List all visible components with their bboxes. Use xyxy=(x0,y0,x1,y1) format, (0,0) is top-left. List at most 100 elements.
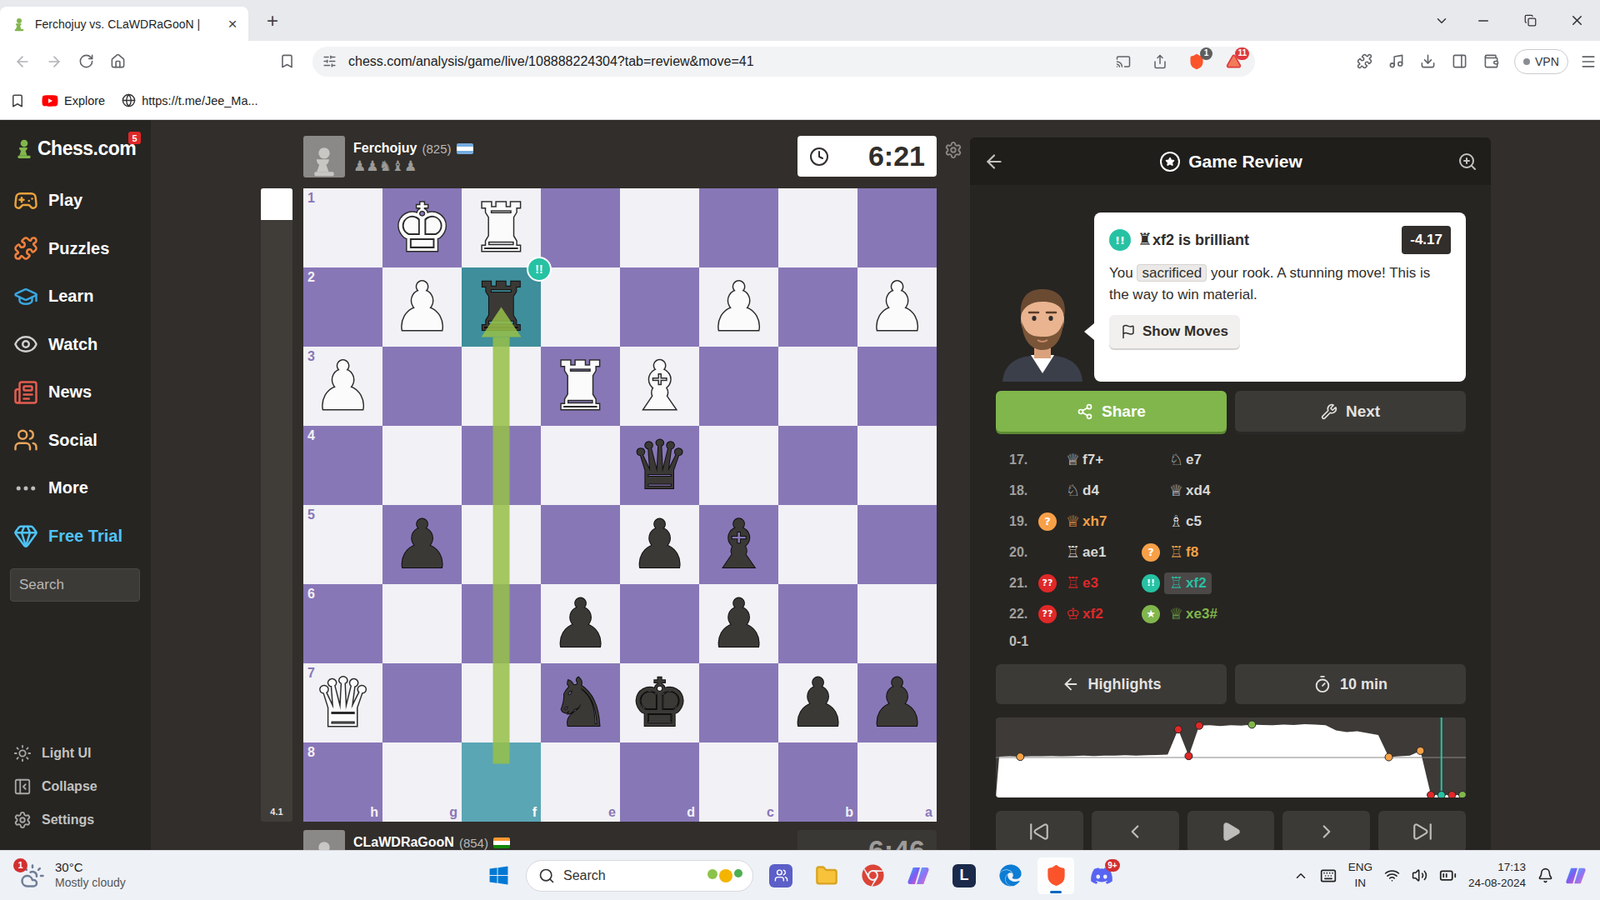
forward-button[interactable] xyxy=(39,46,70,77)
board-square[interactable]: 8h xyxy=(303,742,383,822)
graph-marker[interactable] xyxy=(1016,753,1025,761)
close-button[interactable] xyxy=(1553,0,1600,41)
tab-search-button[interactable] xyxy=(1423,0,1460,41)
chess-piece[interactable]: ♜ xyxy=(550,353,611,420)
cast-button[interactable] xyxy=(1108,46,1139,77)
move-san[interactable]: ♖xf2 xyxy=(1164,572,1212,595)
move-san[interactable]: ♔xf2 xyxy=(1060,603,1109,625)
move-cell[interactable]: !!♖xf2 xyxy=(1140,572,1466,595)
move-san[interactable]: ♖ae1 xyxy=(1060,541,1111,564)
board-square[interactable]: 3♟ xyxy=(303,346,383,426)
board-square[interactable]: ♟ xyxy=(699,267,779,347)
board-square[interactable] xyxy=(540,188,620,268)
time-button[interactable]: 10 min xyxy=(1235,664,1466,705)
taskbar-app[interactable] xyxy=(808,857,845,895)
taskbar-app[interactable] xyxy=(762,857,800,895)
board-square[interactable] xyxy=(461,505,541,585)
new-tab-button[interactable]: + xyxy=(260,9,285,33)
graph-marker[interactable] xyxy=(1416,746,1425,755)
weather-widget[interactable]: 130°CMostly cloudy xyxy=(0,860,480,890)
move-cell[interactable]: ??♔xf2 xyxy=(1037,603,1141,625)
bookmark-manager-icon[interactable] xyxy=(10,93,25,109)
player-avatar[interactable] xyxy=(303,830,345,850)
restore-button[interactable] xyxy=(1506,0,1554,41)
bookmark-item[interactable]: Explore xyxy=(41,92,105,110)
board-square[interactable] xyxy=(382,346,462,426)
move-san[interactable]: ♘e7 xyxy=(1164,449,1207,471)
volume-icon[interactable] xyxy=(1411,867,1428,884)
taskbar-search[interactable]: Search xyxy=(525,860,754,892)
board-square[interactable]: ♟ xyxy=(382,267,462,347)
board-square[interactable]: b xyxy=(778,742,858,822)
tab-close[interactable]: × xyxy=(223,15,242,34)
board-square[interactable]: ♟ xyxy=(699,584,779,664)
taskbar-app[interactable] xyxy=(991,857,1029,895)
notifications-icon[interactable] xyxy=(1537,867,1554,884)
menu-button[interactable] xyxy=(1573,46,1600,77)
board-square[interactable]: ♝ xyxy=(699,505,779,585)
rewards-button[interactable]: 11 xyxy=(1218,46,1249,77)
move-cell[interactable]: ??♖e3 xyxy=(1037,572,1141,595)
board-square[interactable]: f xyxy=(461,742,541,822)
board-square[interactable] xyxy=(382,425,462,505)
hidden-icons-icon[interactable] xyxy=(1293,868,1309,884)
sidebar-item[interactable]: More xyxy=(0,464,151,513)
board-square[interactable]: ♝ xyxy=(620,346,700,426)
board-square[interactable]: ♟ xyxy=(778,663,858,743)
board-square[interactable]: c xyxy=(699,742,779,822)
chess-piece[interactable]: ♟ xyxy=(788,670,849,737)
sidebar-button[interactable] xyxy=(1444,46,1475,77)
board-square[interactable] xyxy=(461,663,541,743)
downloads-button[interactable] xyxy=(1412,46,1443,77)
site-settings-icon[interactable] xyxy=(322,54,337,69)
first-button[interactable] xyxy=(995,810,1084,850)
graph-marker[interactable] xyxy=(1174,725,1182,734)
taskbar-app[interactable] xyxy=(1037,857,1075,895)
board-square[interactable]: 7♛ xyxy=(303,663,383,743)
board-square[interactable]: ♟ xyxy=(857,663,937,743)
board-square[interactable] xyxy=(540,425,620,505)
show-moves-button[interactable]: Show Moves xyxy=(1109,315,1240,349)
bookmark-item[interactable]: https://t.me/Jee_Ma... xyxy=(121,93,258,108)
board-square[interactable]: 5 xyxy=(303,505,383,585)
move-san[interactable]: ♗c5 xyxy=(1164,510,1207,533)
keyboard-icon[interactable] xyxy=(1320,867,1337,885)
move-cell[interactable]: ♘d4 xyxy=(1037,480,1141,502)
chess-board[interactable]: 1♚♜2♟♜!!♟♟3♟♜♝4♛5♟♟♝6♟♟7♛♞♚♟♟8hgfedcba xyxy=(303,188,937,822)
board-square[interactable]: 6 xyxy=(303,584,383,664)
chess-piece[interactable]: ♟ xyxy=(392,511,453,579)
media-button[interactable] xyxy=(1380,46,1411,77)
taskbar-app[interactable] xyxy=(854,857,891,895)
logo[interactable]: Chess.com5 xyxy=(0,130,151,167)
board-square[interactable]: ♜ xyxy=(540,346,620,426)
graph-marker[interactable] xyxy=(1427,791,1435,799)
prev-button[interactable] xyxy=(1091,810,1180,850)
sidebar-item[interactable]: Free Trial xyxy=(0,512,151,561)
back-button[interactable] xyxy=(7,46,38,77)
sidebar-item[interactable]: Watch xyxy=(0,320,151,370)
chess-piece[interactable]: ♟ xyxy=(867,274,928,341)
share-page-button[interactable] xyxy=(1145,46,1175,77)
graph-marker[interactable] xyxy=(1185,752,1193,760)
vpn-button[interactable]: VPN xyxy=(1514,49,1569,75)
footer-item[interactable]: Light UI xyxy=(0,736,151,770)
evaluation-graph[interactable] xyxy=(995,717,1466,798)
board-square[interactable]: 2 xyxy=(303,267,383,347)
chess-piece[interactable]: ♚ xyxy=(392,195,453,262)
board-square[interactable]: 1 xyxy=(303,188,383,268)
start-button[interactable] xyxy=(480,857,517,895)
board-square[interactable]: ♟ xyxy=(382,505,462,585)
board-square[interactable] xyxy=(857,505,937,585)
sidebar-search[interactable] xyxy=(10,568,140,602)
move-san[interactable]: ♖f8 xyxy=(1164,541,1204,564)
board-square[interactable] xyxy=(540,267,620,347)
board-square[interactable]: ♜ xyxy=(461,188,541,268)
board-square[interactable] xyxy=(699,188,779,268)
chess-piece[interactable]: ♟ xyxy=(313,353,374,420)
graph-marker[interactable] xyxy=(1248,720,1256,729)
board-square[interactable] xyxy=(620,188,700,268)
player-name[interactable]: CLaWDRaGooN xyxy=(353,835,455,850)
address-field[interactable]: chess.com/analysis/game/live/10888822430… xyxy=(312,46,1255,77)
chess-piece[interactable]: ♟ xyxy=(550,590,611,658)
sidebar-item[interactable]: Learn xyxy=(0,272,151,321)
